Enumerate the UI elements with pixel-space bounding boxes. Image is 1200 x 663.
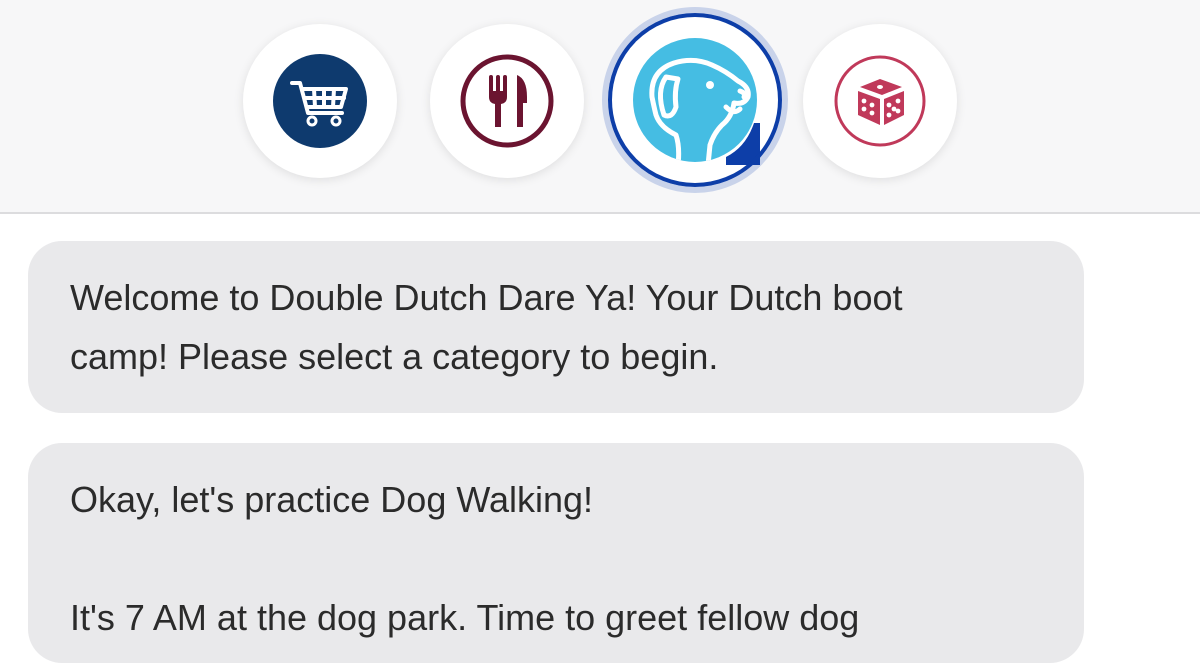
- message-text: Okay, let's practice Dog Walking!: [70, 479, 594, 520]
- message-text: camp! Please select a category to begin.: [70, 336, 719, 377]
- message-text: It's 7 AM at the dog park. Time to greet…: [70, 597, 860, 638]
- category-dog-walking-button[interactable]: [608, 13, 782, 187]
- category-bar: [0, 0, 1200, 214]
- message-text: Welcome to Double Dutch Dare Ya! Your Du…: [70, 277, 903, 318]
- message-spacer: [70, 529, 1084, 588]
- category-games-button[interactable]: [803, 24, 957, 178]
- category-dining-button[interactable]: [430, 24, 584, 178]
- bot-message-welcome: Welcome to Double Dutch Dare Ya! Your Du…: [28, 241, 1084, 413]
- bot-message-dog-walking: Okay, let's practice Dog Walking! It's 7…: [28, 443, 1084, 663]
- shopping-cart-icon: [272, 53, 368, 149]
- selected-ring: [608, 13, 782, 187]
- dice-icon: [832, 53, 928, 149]
- fork-knife-icon: [459, 53, 555, 149]
- category-shopping-button[interactable]: [243, 24, 397, 178]
